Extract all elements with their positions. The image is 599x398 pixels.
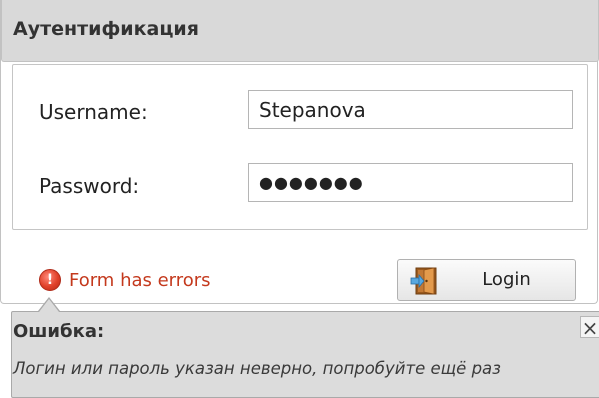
door-exit-icon xyxy=(410,267,437,295)
tooltip-message: Логин или пароль указан неверно, попробу… xyxy=(13,359,501,378)
auth-window: Аутентификация Username: Password: ! For… xyxy=(0,0,599,304)
password-input[interactable] xyxy=(248,163,573,202)
login-button-label: Login xyxy=(482,269,531,290)
login-fieldset: Username: Password: xyxy=(12,64,588,230)
form-error-status[interactable]: ! Form has errors xyxy=(39,268,211,292)
login-button[interactable]: Login xyxy=(397,259,576,301)
close-icon[interactable]: × xyxy=(580,316,599,339)
tooltip-title: Ошибка: xyxy=(13,321,105,342)
window-title: Аутентификация xyxy=(13,18,199,40)
error-icon: ! xyxy=(39,269,61,291)
password-label: Password: xyxy=(39,174,140,198)
tooltip-pointer-fill xyxy=(39,299,59,312)
username-label: Username: xyxy=(39,100,148,124)
error-status-text: Form has errors xyxy=(69,269,211,291)
username-input[interactable] xyxy=(248,90,573,129)
error-tooltip: Ошибка: × Логин или пароль указан неверн… xyxy=(11,311,599,398)
window-title-bar: Аутентификация xyxy=(1,0,599,62)
